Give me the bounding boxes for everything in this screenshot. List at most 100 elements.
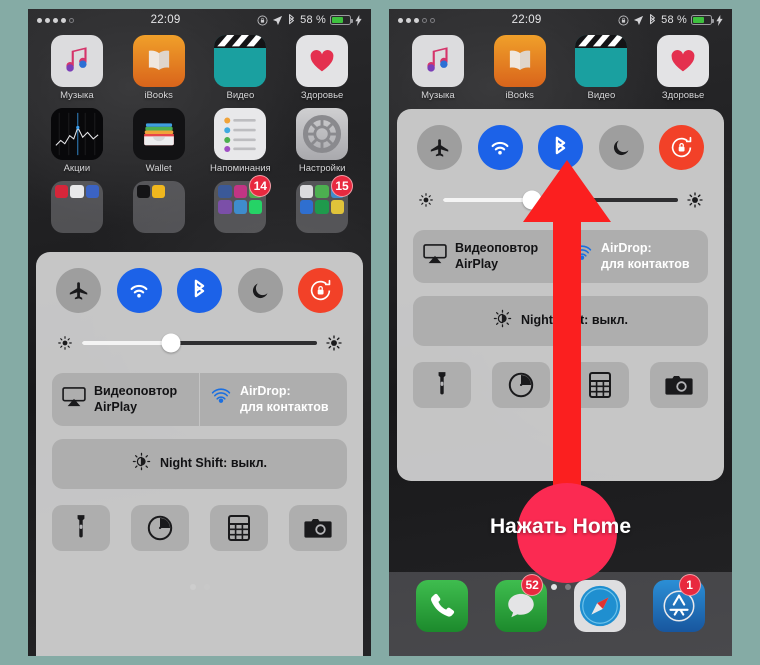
bluetooth-icon — [648, 13, 657, 27]
app-label: iBooks — [505, 90, 534, 101]
app-label: Здоровье — [300, 90, 344, 101]
sun-small-icon — [418, 192, 434, 208]
app-cell[interactable]: iBooks — [485, 35, 555, 101]
airplay-label: Видеоповтор AirPlay — [94, 384, 178, 414]
music-icon[interactable] — [411, 35, 464, 87]
do-not-disturb-toggle[interactable] — [598, 125, 644, 170]
videos-icon[interactable] — [214, 35, 267, 87]
app-cell[interactable]: Здоровье — [287, 35, 357, 101]
battery-icon — [330, 15, 353, 25]
messages-app[interactable]: 52 — [495, 574, 548, 632]
app-cell[interactable]: Настройки — [287, 108, 357, 174]
rotation-lock-icon — [257, 15, 268, 26]
reminders-icon[interactable] — [214, 108, 267, 160]
airdrop-button[interactable]: AirDrop: для контактов — [199, 373, 347, 427]
screenshot-stage: 22:09 58 % Музыка iBooks Видео Здоровье … — [0, 0, 760, 665]
app-cell[interactable]: Видео — [206, 35, 276, 101]
flashlight-button[interactable] — [413, 362, 471, 409]
safari-app[interactable] — [573, 580, 626, 632]
charging-bolt-icon — [355, 14, 362, 26]
bluetooth-toggle[interactable] — [177, 268, 222, 313]
rotation-lock-toggle[interactable] — [659, 125, 704, 170]
airplay-mirroring-button[interactable]: Видеоповтор AirPlay — [413, 230, 560, 283]
stocks-icon[interactable] — [50, 108, 103, 160]
rotation-lock-toggle[interactable] — [298, 268, 343, 313]
camera-button[interactable] — [650, 362, 708, 409]
app-cell[interactable] — [124, 181, 194, 233]
signal-dots — [398, 17, 435, 23]
airplane-mode-toggle[interactable] — [417, 125, 462, 170]
location-arrow-icon — [633, 15, 644, 26]
app-label: iBooks — [144, 90, 173, 101]
app-cell[interactable]: Wallet — [124, 108, 194, 174]
brightness-slider[interactable] — [82, 333, 317, 353]
status-bar-left: 22:09 58 % — [28, 9, 371, 31]
ibooks-icon[interactable] — [493, 35, 546, 87]
wifi-toggle[interactable] — [477, 125, 523, 170]
app-cell[interactable] — [42, 181, 112, 233]
home-screen-grid-left: Музыка iBooks Видео Здоровье Акции Walle… — [28, 35, 371, 233]
timer-button[interactable] — [131, 505, 189, 552]
app-cell[interactable]: 14 — [206, 175, 276, 233]
phone-icon[interactable] — [416, 580, 469, 632]
timer-button[interactable] — [492, 362, 550, 409]
app-cell[interactable]: Здоровье — [648, 35, 718, 101]
airdrop-icon — [571, 243, 593, 270]
airplane-mode-toggle[interactable] — [56, 268, 101, 313]
night-shift-button[interactable]: Night Shift: выкл. — [52, 439, 347, 490]
bluetooth-toggle[interactable] — [538, 125, 583, 170]
app-cell[interactable]: 15 — [287, 175, 357, 233]
phone-app[interactable] — [416, 580, 469, 632]
safari-icon[interactable] — [573, 580, 626, 632]
control-center-left[interactable]: Видеоповтор AirPlay AirDrop: для контакт… — [36, 252, 363, 656]
app-cell[interactable]: Напоминания — [206, 108, 276, 174]
music-icon[interactable] — [50, 35, 103, 87]
app-badge: 1 — [678, 574, 701, 596]
flashlight-button[interactable] — [52, 505, 110, 552]
airdrop-label: AirDrop: для контактов — [240, 384, 329, 414]
wallet-icon[interactable] — [132, 108, 185, 160]
videos-icon[interactable] — [575, 35, 628, 87]
airplay-mirroring-button[interactable]: Видеоповтор AirPlay — [52, 373, 199, 426]
folder-icon[interactable] — [132, 181, 185, 233]
health-icon[interactable] — [296, 35, 349, 87]
airdrop-button[interactable]: AirDrop: для контактов — [560, 230, 708, 284]
brightness-row — [409, 190, 712, 210]
app-label: Музыка — [421, 90, 455, 101]
night-shift-icon — [132, 452, 151, 476]
battery-percent: 58 % — [661, 14, 687, 26]
calculator-button[interactable] — [571, 362, 629, 409]
folder-icon[interactable] — [50, 181, 103, 233]
app-cell[interactable]: iBooks — [124, 35, 194, 101]
dock-right: 52 1 — [389, 572, 732, 656]
app-label: Видео — [226, 90, 255, 101]
sun-large-icon — [687, 192, 703, 208]
charging-bolt-icon — [716, 14, 723, 26]
folder-badge: 15 — [331, 175, 353, 197]
health-icon[interactable] — [657, 35, 710, 87]
wifi-toggle[interactable] — [116, 268, 162, 313]
control-center-right[interactable]: Видеоповтор AirPlay AirDrop: для контакт… — [397, 109, 724, 481]
ibooks-icon[interactable] — [132, 35, 185, 87]
brightness-slider[interactable] — [443, 190, 678, 210]
app-cell[interactable]: Видео — [567, 35, 637, 101]
status-clock: 22:09 — [150, 14, 181, 26]
app-cell[interactable]: Акции — [42, 108, 112, 174]
camera-button[interactable] — [289, 505, 347, 552]
calculator-button[interactable] — [210, 505, 268, 552]
app-label: Напоминания — [210, 163, 271, 174]
app-cell[interactable]: Музыка — [42, 35, 112, 101]
app-cell[interactable]: Музыка — [403, 35, 473, 101]
status-right-cluster: 58 % — [257, 13, 362, 27]
do-not-disturb-toggle[interactable] — [237, 268, 283, 313]
rotation-lock-icon — [618, 15, 629, 26]
signal-dots — [37, 17, 74, 23]
app-label: Настройки — [298, 163, 346, 174]
airplay-icon — [62, 387, 86, 412]
night-shift-button[interactable]: Night Shift: выкл. — [413, 296, 708, 347]
location-arrow-icon — [272, 15, 283, 26]
app-label: Акции — [63, 163, 91, 174]
settings-icon[interactable] — [296, 108, 349, 160]
cc-shortcuts-row — [413, 362, 708, 409]
appstore-app[interactable]: 1 — [652, 574, 705, 632]
